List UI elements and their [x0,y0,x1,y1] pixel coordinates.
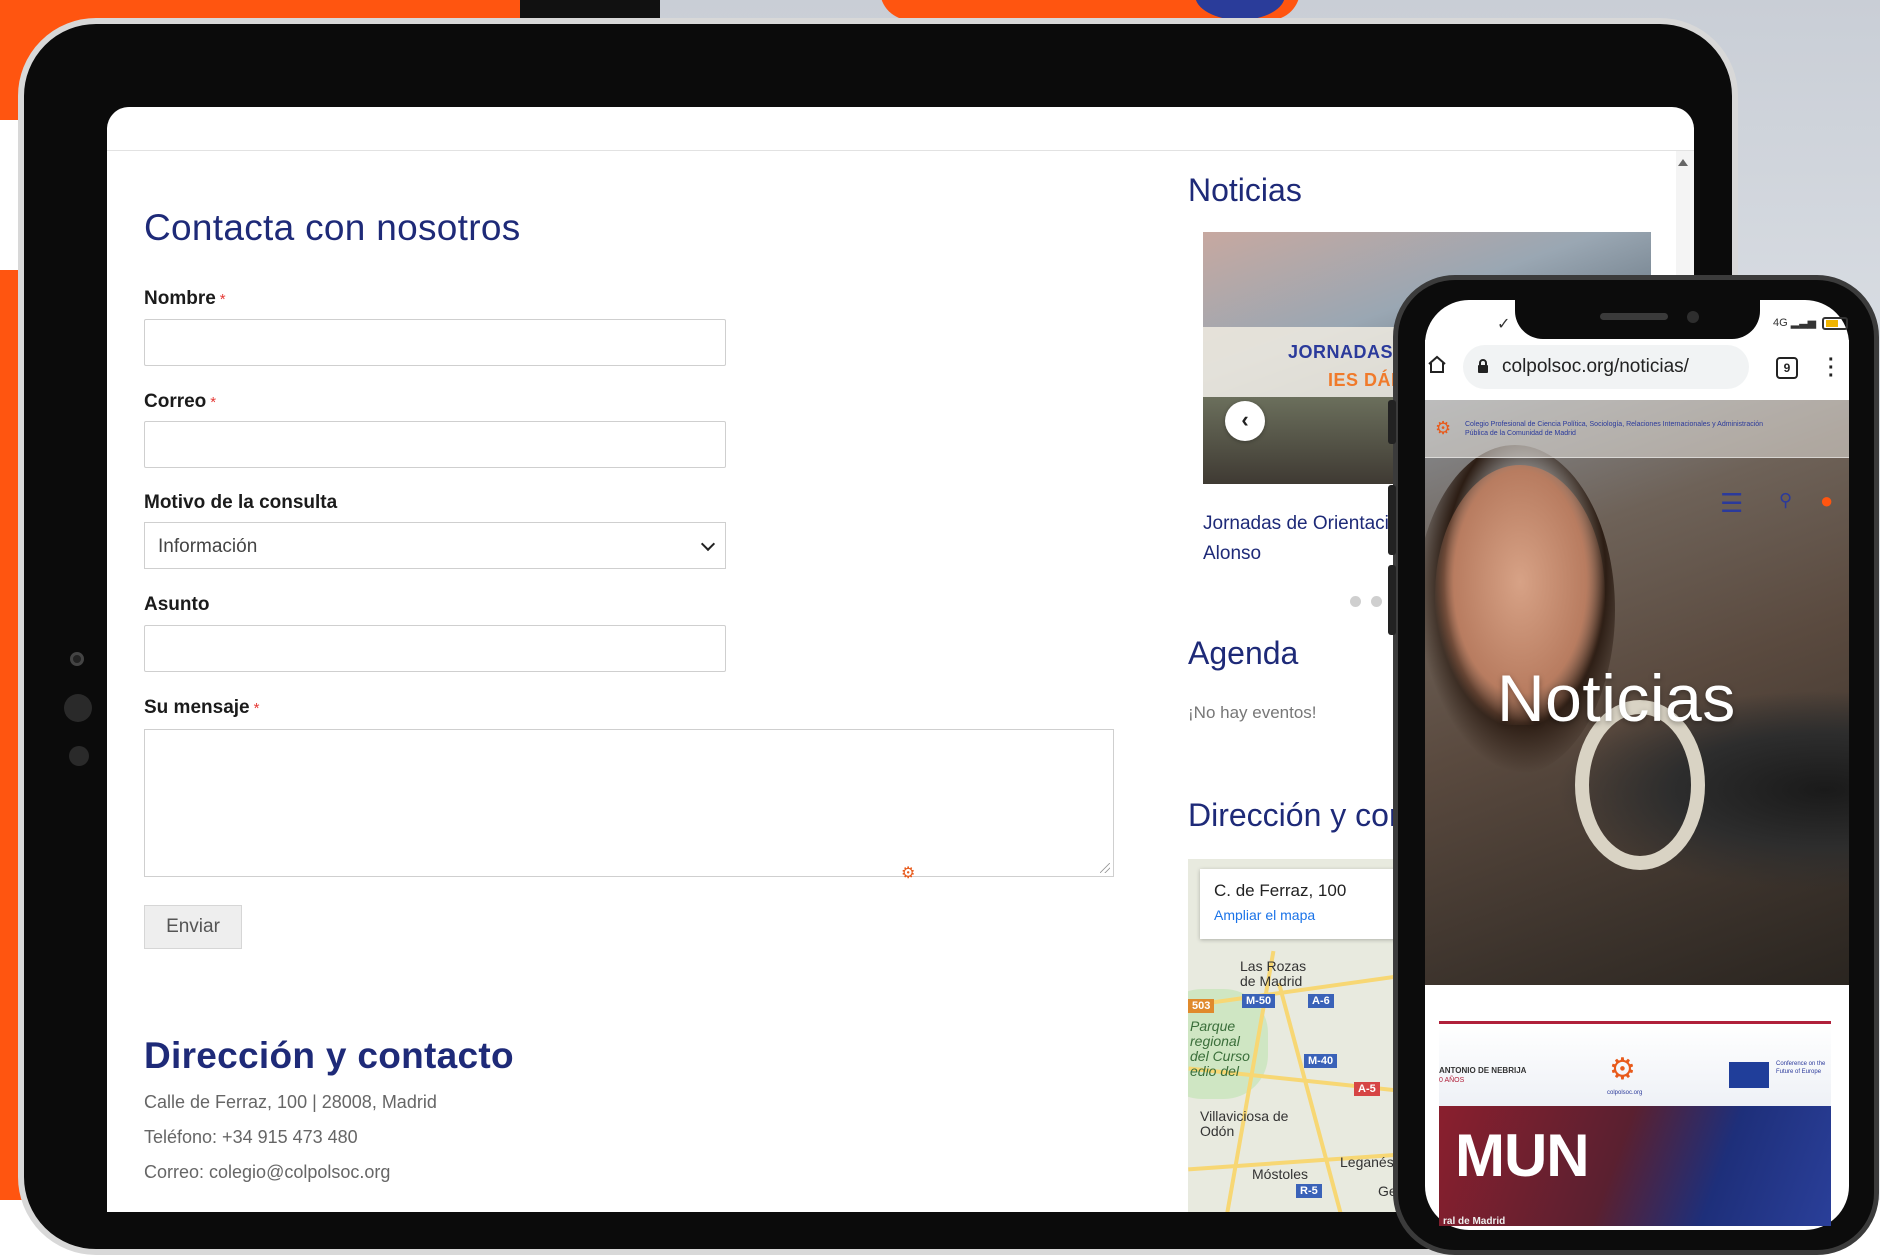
more-menu-icon[interactable]: · · · [1828,350,1835,386]
required-mark: * [253,700,260,717]
signal-bars-icon: ▂▃▅ [1790,317,1817,329]
nombre-input[interactable] [144,319,726,366]
news-title: Noticias [1188,172,1302,208]
phone-front-camera [1687,311,1699,323]
browser-top-bar [107,107,1694,151]
status-bar-right: 4G ▂▃▅ [1773,316,1849,330]
network-type: 4G [1773,317,1788,329]
colpolsoc-logo-icon: ⚙ [1609,1053,1636,1086]
google-map[interactable]: C. de Ferraz, 100 Ampliar el mapa Las Ro… [1188,859,1428,1212]
phone-line: Teléfono: +34 915 473 480 [144,1127,358,1147]
map-label-mostoles: Móstoles [1252,1166,1309,1182]
map-shield-a5: A-5 [1354,1082,1380,1096]
search-icon[interactable]: ⚲ [1779,490,1792,511]
news-card[interactable]: ANTONIO DE NEBRIJA 0 AÑOS ⚙ colpolsoc.or… [1439,1021,1831,1226]
map-shield-m40: M-40 [1304,1054,1338,1068]
news-card-subtext: ral de Madrid [1443,1216,1506,1226]
mensaje-label-text: Su mensaje [144,697,250,718]
tab-switcher-icon[interactable]: 9 [1776,357,1798,379]
phone-volume-down [1388,565,1396,635]
motivo-select-value: Información [158,536,258,557]
site-header: ⚙ Colegio Profesional de Ciencia Polític… [1425,400,1849,458]
eu-flag-icon [1729,1062,1769,1088]
address-line: Calle de Ferraz, 100 | 28008, Madrid [144,1092,437,1112]
nebrija-text: ANTONIO DE NEBRIJA [1439,1066,1527,1075]
map-label-leganes: Leganés [1340,1154,1394,1170]
phone-volume-up [1388,485,1396,555]
news-card-header: ANTONIO DE NEBRIJA 0 AÑOS ⚙ colpolsoc.or… [1439,1021,1831,1106]
email-line: Correo: colegio@colpolsoc.org [144,1162,391,1182]
tablet-camera [70,652,84,666]
carousel-prev-icon[interactable]: ‹ [1225,401,1265,441]
sidebar-direccion-title: Dirección y cor [1188,797,1400,833]
hero-title: Noticias [1497,661,1736,735]
background-dark-strip [520,0,660,20]
eu-conference-text: Conference on the Future of Europe [1776,1061,1826,1075]
site-logo-icon[interactable]: ⚙ [1435,418,1451,439]
status-signal-icon: ✓ [1497,316,1511,333]
map-shield-r5: R-5 [1296,1184,1322,1198]
correo-label: Correo * [144,391,216,413]
mensaje-textarea[interactable] [144,729,1114,877]
correo-label-text: Correo [144,391,207,412]
motivo-label: Motivo de la consulta [144,492,338,513]
carousel-dot[interactable] [1350,596,1361,607]
lock-icon [1478,359,1488,373]
no-events-text: ¡No hay eventos! [1188,703,1317,722]
home-icon[interactable] [1427,355,1447,373]
send-button[interactable]: Enviar [144,905,242,949]
map-shield-m50: M-50 [1242,994,1276,1008]
phone-speaker [1600,313,1668,320]
map-label-parque: Parque regional del Curso edio del [1190,1018,1250,1079]
resize-handle-icon[interactable] [1100,863,1110,873]
map-label-las-rozas: Las Rozas de Madrid [1240,958,1307,989]
required-mark: * [219,291,226,308]
agenda-title: Agenda [1188,635,1299,671]
url-text: colpolsoc.org/noticias/ [1502,356,1689,377]
asunto-input[interactable] [144,625,726,672]
scroll-up-arrow-icon[interactable] [1678,159,1688,166]
site-org-name[interactable]: Colegio Profesional de Ciencia Política,… [1465,420,1765,438]
correo-input[interactable] [144,421,726,468]
map-shield-503: 503 [1188,999,1215,1013]
nombre-label: Nombre * [144,288,226,310]
nebrija-years: 0 AÑOS [1439,1077,1465,1084]
asunto-label: Asunto [144,594,210,615]
tablet-sensor-small [69,746,89,766]
required-mark: * [210,394,217,411]
map-shield-a6: A-6 [1308,994,1334,1008]
map-address: C. de Ferraz, 100 [1214,881,1347,900]
contact-title: Contacta con nosotros [144,207,521,248]
mun-title: MUN [1455,1122,1590,1189]
hero-banner: ⚙ Colegio Profesional de Ciencia Polític… [1425,400,1849,985]
colpolsoc-caption: colpolsoc.org [1607,1090,1643,1096]
tablet-sensor [64,694,92,722]
motivo-select[interactable]: Información [144,522,726,569]
direccion-title: Dirección y contacto [144,1035,514,1076]
battery-icon [1822,316,1849,330]
chevron-down-icon [700,536,716,552]
mensaje-label: Su mensaje * [144,697,259,719]
map-enlarge-link[interactable]: Ampliar el mapa [1214,907,1416,923]
colpolsoc-logo-icon: ⚙ [901,865,916,882]
carousel-dot[interactable] [1371,596,1382,607]
user-icon[interactable]: ● [1820,488,1833,514]
phone-side-button [1388,400,1396,444]
map-label-villaviciosa: Villaviciosa de Odón [1200,1108,1289,1139]
hamburger-menu-icon[interactable]: ☰ [1720,488,1743,519]
nombre-label-text: Nombre [144,288,216,309]
